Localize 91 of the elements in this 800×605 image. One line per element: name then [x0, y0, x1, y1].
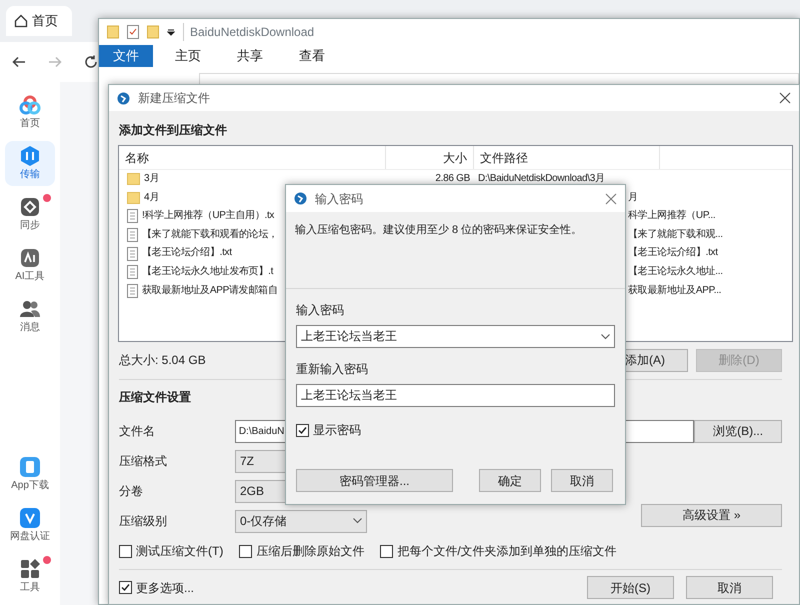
table-cell-text: !科学上网推荐（UP主自用）.tx: [142, 208, 274, 224]
advanced-settings-button[interactable]: 高级设置 »: [641, 504, 782, 526]
hint-text: 输入压缩包密码。建议使用至少 8 位的密码来保证安全性。: [295, 222, 584, 238]
folder-icon: [147, 25, 159, 39]
field-label: 分卷: [119, 483, 144, 500]
sidebar-item[interactable]: 同步: [5, 192, 55, 237]
table-cell: 月: [628, 192, 638, 203]
dropdown[interactable]: 0-仅存储: [235, 510, 367, 532]
table-cell: 【老王论坛介绍】.txt: [628, 247, 718, 258]
table-cell: D:\BaiduNetdiskDownload\3月: [478, 173, 605, 184]
checkbox-label: 显示密码: [313, 422, 361, 439]
browse-button[interactable]: 浏览(B)...: [694, 420, 782, 442]
app-icon: [117, 92, 130, 104]
chevron-down-icon: [601, 334, 610, 340]
window-title: 输入密码: [315, 190, 364, 208]
close-icon: [605, 192, 617, 204]
checkbox[interactable]: [119, 544, 132, 558]
checkbox-label: 压缩后删除原始文件: [256, 543, 364, 560]
field-label: 压缩格式: [119, 453, 168, 470]
sidebar-item[interactable]: App下载: [5, 452, 55, 497]
checkbox-label: 更多选项...: [136, 580, 194, 596]
checkbox[interactable]: [239, 544, 252, 558]
file-icon: [127, 246, 138, 261]
ribbon-tab[interactable]: 共享: [223, 45, 277, 67]
dialog-button[interactable]: 取消: [551, 469, 613, 492]
input-field[interactable]: 上老王论坛当老王: [296, 325, 615, 348]
chevron-down-icon: [353, 518, 362, 524]
grid-icon: [19, 558, 41, 580]
table-cell-text: 3月: [144, 172, 159, 186]
folder-icon: [107, 25, 119, 39]
table-cell: 获取最新地址及APP...: [628, 284, 722, 296]
sidebar-item[interactable]: 首页: [5, 90, 55, 135]
dialog-button[interactable]: 取消: [686, 576, 773, 599]
column-header[interactable]: 大小: [386, 146, 474, 169]
ai-icon: [19, 247, 41, 269]
section-heading: 压缩文件设置: [119, 389, 191, 406]
file-icon: [127, 209, 138, 224]
people-icon: [19, 298, 41, 320]
table-cell: 科学上网推荐（UP...: [628, 210, 716, 222]
sidebar-item[interactable]: AI工具: [5, 243, 55, 288]
checkbox-label: 测试压缩文件(T): [136, 543, 224, 560]
ribbon-tab[interactable]: 主页: [161, 45, 215, 67]
table-cell-text: 【老王论坛永久地址发布页】.t: [142, 264, 274, 279]
file-icon: [127, 265, 138, 280]
input-field[interactable]: 上老王论坛当老王: [296, 384, 615, 407]
home-tab[interactable]: 首页: [6, 6, 72, 36]
table-cell: 2.86 GB: [435, 173, 470, 184]
field-label: 输入密码: [296, 302, 345, 319]
window-title: BaiduNetdiskDownload: [183, 23, 314, 41]
table-cell-text: 【来了就能下载和观看的论坛，: [142, 228, 278, 242]
section-heading: 添加文件到压缩文件: [119, 122, 227, 139]
app-icon: [294, 192, 307, 205]
refresh-icon: [84, 55, 98, 69]
phone-icon: [19, 456, 41, 478]
checkbox[interactable]: [296, 424, 309, 436]
sidebar-item[interactable]: 消息: [5, 294, 55, 339]
cloud-rings-icon: [19, 94, 41, 116]
total-size: 总大小: 5.04 GB: [119, 352, 206, 369]
table-cell: 【来了就能下载和观...: [628, 228, 723, 240]
sidebar-item[interactable]: 网盘认证: [5, 503, 55, 548]
column-header[interactable]: 名称: [119, 146, 386, 169]
folder-icon: [127, 172, 140, 186]
password-manager-button[interactable]: 密码管理器...: [296, 469, 453, 492]
folder-icon: [127, 190, 140, 205]
field-label: 压缩级别: [119, 513, 168, 530]
ribbon-tab[interactable]: 文件: [99, 45, 153, 67]
ribbon-tab[interactable]: 查看: [285, 45, 339, 67]
sidebar-item[interactable]: 工具: [5, 554, 55, 599]
dialog-button[interactable]: 确定: [479, 469, 541, 492]
field-label: 文件名: [119, 423, 156, 440]
close-icon: [779, 92, 791, 104]
column-header[interactable]: 文件路径: [474, 146, 660, 169]
sidebar-item[interactable]: 传输: [5, 141, 55, 186]
checkbox[interactable]: [380, 544, 394, 558]
forward-icon: [48, 56, 62, 68]
checkbox[interactable]: [119, 581, 132, 594]
dialog-button[interactable]: 开始(S): [587, 576, 674, 599]
table-cell-text: 4月: [144, 190, 159, 205]
back-icon: [12, 56, 26, 68]
home-icon: [14, 14, 28, 28]
table-cell-text: 【老王论坛介绍】.txt: [142, 246, 232, 260]
sync-icon: [19, 196, 41, 218]
checkbox-label: 把每个文件/文件夹添加到单独的压缩文件: [397, 543, 617, 560]
checklist-icon: [127, 25, 139, 39]
file-icon: [127, 284, 138, 298]
dropdown-icon: [167, 28, 175, 36]
field-label: 重新输入密码: [296, 361, 369, 378]
window-title: 新建压缩文件: [138, 90, 211, 107]
table-cell-text: 获取最新地址及APP请发邮箱自: [142, 284, 278, 298]
table-cell: 【老王论坛永久地址...: [628, 266, 723, 277]
file-icon: [127, 228, 138, 242]
